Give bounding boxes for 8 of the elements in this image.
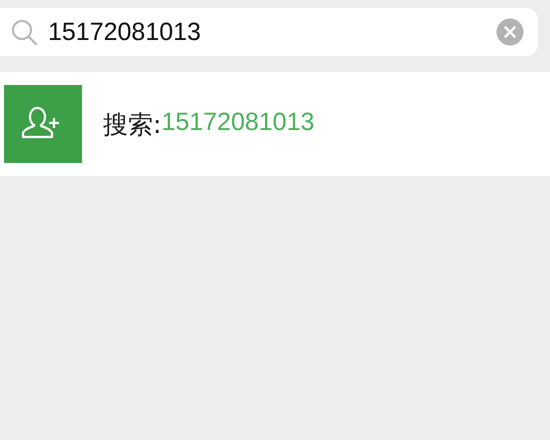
search-icon	[10, 18, 38, 46]
clear-icon[interactable]	[496, 18, 524, 46]
search-field[interactable]: 15172081013	[48, 18, 486, 46]
search-bar[interactable]: 15172081013	[0, 8, 538, 56]
add-contact-icon	[4, 85, 82, 163]
search-result-row[interactable]: 搜索:15172081013	[0, 72, 550, 176]
search-query: 15172081013	[161, 108, 314, 138]
search-label: 搜索:	[103, 108, 162, 140]
